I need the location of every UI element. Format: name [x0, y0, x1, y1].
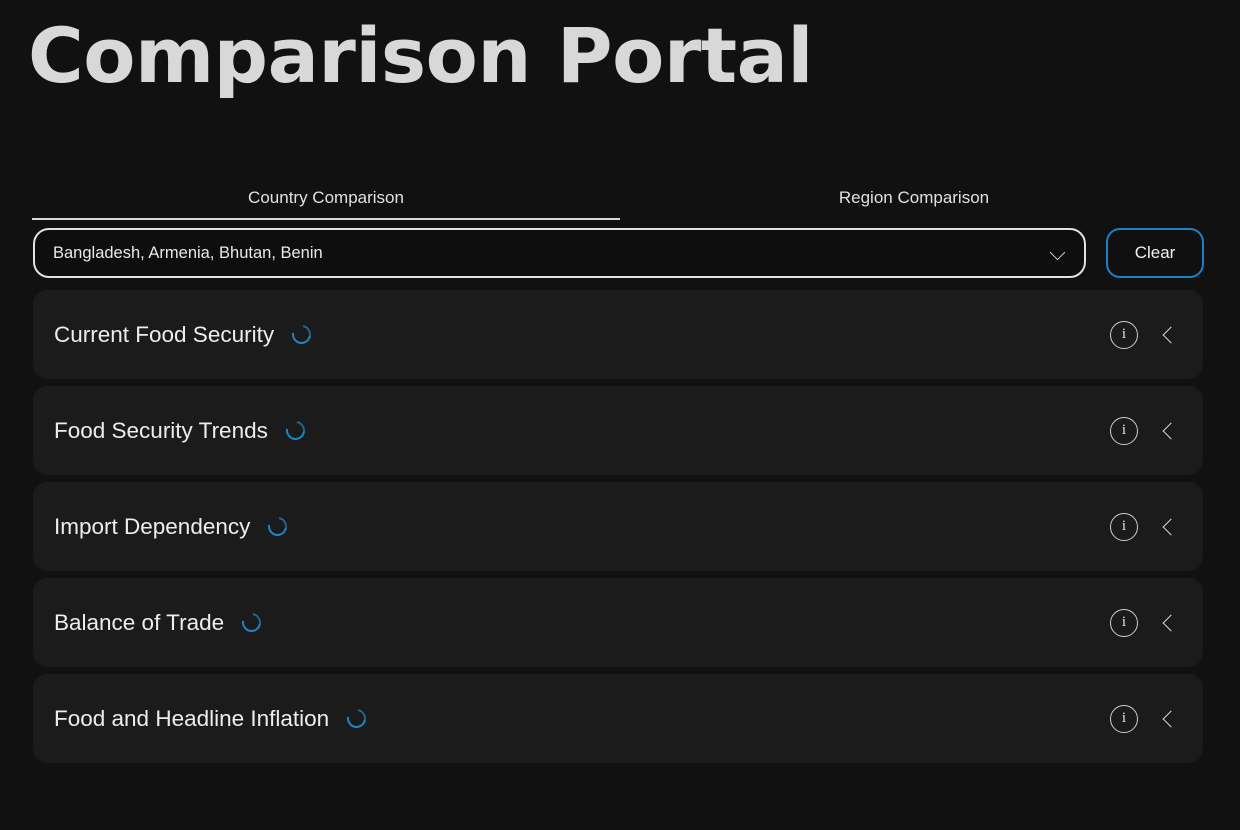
indicator-card-list: Current Food Security i Food Security Tr…	[0, 278, 1240, 763]
indicator-card[interactable]: Food and Headline Inflation i	[33, 674, 1203, 763]
tab-bar: Country Comparison Region Comparison	[0, 180, 1240, 220]
card-title: Food Security Trends	[54, 417, 268, 443]
clear-button[interactable]: Clear	[1106, 228, 1204, 278]
tab-active-indicator	[32, 218, 620, 220]
chevron-left-icon[interactable]	[1160, 614, 1178, 632]
loading-spinner-icon	[238, 609, 265, 636]
loading-spinner-icon	[343, 705, 370, 732]
chevron-down-icon[interactable]	[1050, 245, 1066, 261]
country-select-value: Bangladesh, Armenia, Bhutan, Benin	[53, 243, 323, 262]
tab-region-comparison[interactable]: Region Comparison	[620, 180, 1208, 220]
loading-spinner-icon	[288, 321, 315, 348]
chevron-left-icon[interactable]	[1160, 710, 1178, 728]
card-title: Import Dependency	[54, 513, 251, 539]
info-icon[interactable]: i	[1110, 704, 1138, 733]
card-header-right: i	[1110, 704, 1182, 733]
indicator-card[interactable]: Food Security Trends i	[33, 386, 1203, 475]
card-header-right: i	[1110, 608, 1182, 637]
info-icon[interactable]: i	[1110, 512, 1138, 541]
card-header-right: i	[1110, 512, 1182, 541]
info-icon[interactable]: i	[1110, 416, 1138, 445]
card-title: Food and Headline Inflation	[54, 705, 330, 731]
card-header-right: i	[1110, 320, 1182, 349]
card-header-right: i	[1110, 416, 1182, 445]
chevron-left-icon[interactable]	[1160, 422, 1178, 440]
info-icon[interactable]: i	[1110, 320, 1138, 349]
card-header-left: Import Dependency	[54, 513, 292, 540]
chevron-left-icon[interactable]	[1160, 326, 1178, 344]
card-header-left: Food and Headline Inflation	[54, 705, 370, 732]
card-header-left: Food Security Trends	[54, 417, 309, 444]
info-icon[interactable]: i	[1110, 608, 1138, 637]
country-select[interactable]: Bangladesh, Armenia, Bhutan, Benin	[33, 228, 1086, 278]
card-header-left: Current Food Security	[54, 321, 315, 348]
tab-label: Region Comparison	[838, 188, 990, 207]
loading-spinner-icon	[264, 513, 292, 540]
card-title: Balance of Trade	[54, 609, 225, 635]
card-header-left: Balance of Trade	[54, 609, 265, 636]
tab-country-comparison[interactable]: Country Comparison	[32, 180, 620, 220]
chevron-left-icon[interactable]	[1160, 518, 1178, 536]
selection-row: Bangladesh, Armenia, Bhutan, Benin Clear	[0, 220, 1240, 278]
indicator-card[interactable]: Balance of Trade i	[33, 578, 1203, 667]
page-title: Comparison Portal	[28, 11, 813, 100]
tab-label: Country Comparison	[248, 188, 404, 207]
loading-spinner-icon	[282, 417, 309, 444]
indicator-card[interactable]: Current Food Security i	[33, 290, 1203, 379]
card-title: Current Food Security	[54, 321, 275, 347]
indicator-card[interactable]: Import Dependency i	[33, 482, 1203, 571]
